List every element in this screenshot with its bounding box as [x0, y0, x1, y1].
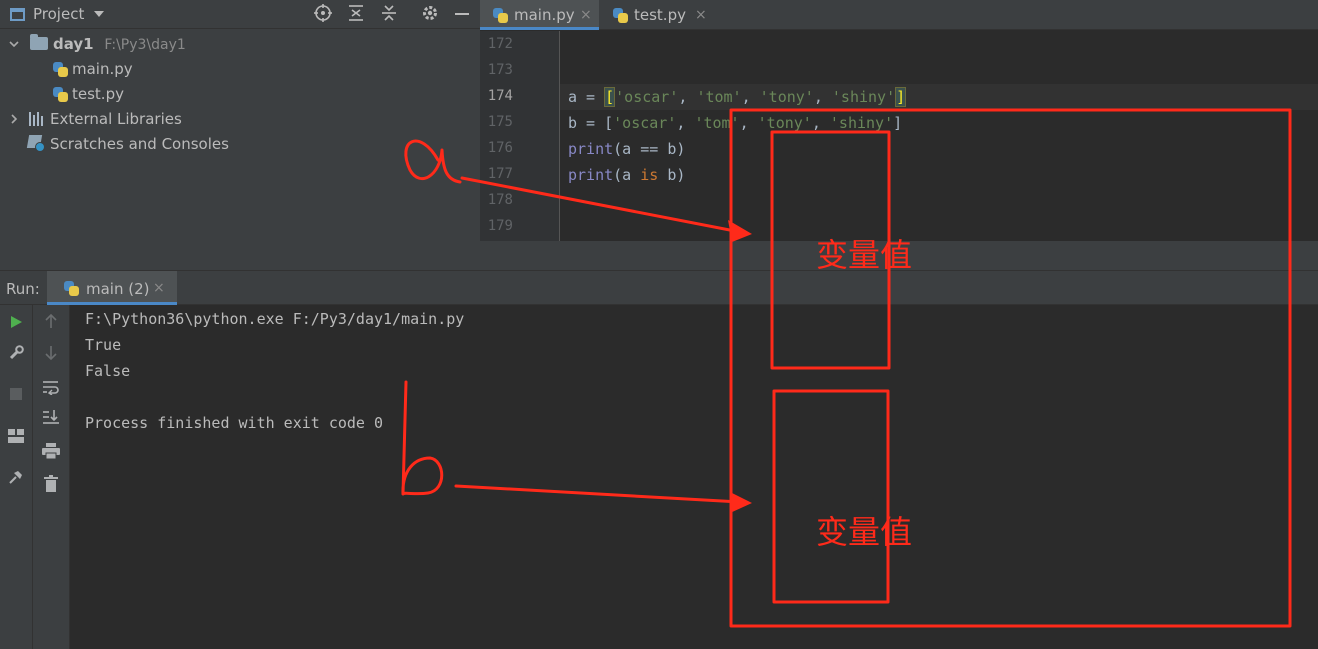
soft-wrap-icon[interactable]: [40, 379, 62, 401]
line-number: 178: [487, 192, 513, 208]
bracket-match: ]: [895, 87, 907, 107]
close-icon[interactable]: ×: [695, 0, 707, 30]
code-token: b = [: [568, 114, 614, 132]
string-literal: 'shiny': [831, 88, 896, 106]
line-number-gutter: 172 173 174 175 176 177 178 179: [480, 31, 560, 241]
line-number: 172: [487, 36, 513, 52]
down-arrow-icon[interactable]: [40, 345, 62, 367]
code-token: ]: [893, 114, 903, 132]
tree-item-label: test.py: [72, 85, 124, 103]
tree-item-label: main.py: [72, 60, 133, 78]
code-token: (a == b): [613, 140, 686, 158]
code-token: ,: [741, 88, 760, 106]
layout-icon[interactable]: [5, 427, 27, 449]
project-view-selector[interactable]: Project: [33, 5, 84, 23]
code-line-177[interactable]: print(a is b): [568, 166, 685, 184]
chevron-right-icon[interactable]: [7, 112, 21, 126]
tree-item-main-py[interactable]: main.py: [52, 57, 133, 81]
bracket-match: [: [604, 87, 616, 107]
run-label: Run:: [6, 280, 40, 298]
string-literal: 'tom': [694, 114, 740, 132]
code-token: (a: [613, 166, 641, 184]
wrench-icon[interactable]: [5, 345, 27, 367]
run-tab-main[interactable]: main (2) ×: [47, 271, 177, 305]
line-number: 176: [487, 140, 513, 156]
trash-icon[interactable]: [40, 475, 62, 497]
code-token: ,: [739, 114, 758, 132]
project-panel: Project day1 F:\Py3\day1 main.py test.py: [0, 0, 480, 270]
scroll-to-end-icon[interactable]: [40, 409, 62, 431]
chevron-down-icon[interactable]: [7, 37, 21, 51]
console-line: Process finished with exit code 0: [85, 414, 384, 432]
pin-icon[interactable]: [5, 469, 27, 491]
tree-item-scratches[interactable]: Scratches and Consoles: [26, 132, 229, 156]
string-literal: 'tony': [759, 88, 814, 106]
builtin-function: print: [568, 140, 614, 158]
string-literal: 'tom': [696, 88, 742, 106]
tree-item-test-py[interactable]: test.py: [52, 82, 124, 106]
console-line: F:\Python36\python.exe F:/Py3/day1/main.…: [85, 310, 465, 328]
code-token: ,: [676, 114, 695, 132]
print-icon[interactable]: [40, 443, 62, 465]
project-icon: [10, 8, 25, 21]
tree-item-label: day1: [53, 35, 94, 53]
gear-icon[interactable]: [420, 4, 440, 24]
run-icon[interactable]: [5, 313, 27, 335]
target-icon[interactable]: [313, 4, 333, 24]
keyword: is: [640, 166, 659, 184]
tree-item-path: F:\Py3\day1: [104, 37, 186, 53]
minimize-icon[interactable]: [452, 4, 472, 24]
editor-empty-area: [480, 241, 1318, 270]
line-number: 174: [487, 88, 513, 104]
code-token: a =: [568, 88, 605, 106]
python-file-icon: [63, 280, 79, 296]
console-line: True: [85, 336, 122, 354]
run-toolbar-secondary: [33, 305, 70, 649]
code-line-175[interactable]: b = ['oscar', 'tom', 'tony', 'shiny']: [568, 114, 902, 132]
python-file-icon: [52, 86, 68, 102]
code-token: ,: [811, 114, 830, 132]
code-token: ,: [678, 88, 697, 106]
tab-label: main.py: [514, 6, 575, 24]
collapse-all-icon[interactable]: [379, 4, 399, 24]
string-literal: 'oscar': [615, 88, 679, 106]
console-line: False: [85, 362, 131, 380]
code-token: ,: [813, 88, 832, 106]
scratches-icon: [26, 135, 46, 152]
line-number: 179: [487, 218, 513, 234]
tab-main-py[interactable]: main.py ×: [480, 0, 599, 30]
folder-icon: [30, 34, 48, 50]
string-literal: 'oscar': [613, 114, 677, 132]
run-panel-header: Run: main (2) ×: [0, 270, 1318, 305]
builtin-function: print: [568, 166, 614, 184]
tab-test-py[interactable]: test.py ×: [600, 0, 718, 30]
run-tab-label: main (2): [86, 280, 150, 298]
close-icon[interactable]: ×: [580, 0, 592, 30]
stop-icon[interactable]: [5, 385, 27, 407]
string-literal: 'tony': [757, 114, 812, 132]
line-number: 175: [487, 114, 513, 130]
chevron-down-icon[interactable]: [94, 11, 104, 17]
code-line-174[interactable]: a = ['oscar', 'tom', 'tony', 'shiny']: [568, 87, 907, 107]
string-literal: 'shiny': [829, 114, 894, 132]
python-file-icon: [492, 7, 508, 23]
project-header: Project: [0, 0, 480, 29]
console-output[interactable]: F:\Python36\python.exe F:/Py3/day1/main.…: [70, 305, 1318, 649]
library-icon: [28, 112, 46, 126]
python-file-icon: [52, 61, 68, 77]
line-number: 177: [487, 166, 513, 182]
code-line-176[interactable]: print(a == b): [568, 140, 685, 158]
tree-item-label: External Libraries: [50, 110, 182, 128]
editor: main.py × test.py × 172 173 174 175 176 …: [480, 0, 1318, 270]
editor-tab-bar: main.py × test.py ×: [480, 0, 1318, 30]
expand-all-icon[interactable]: [346, 4, 366, 24]
run-toolbar-primary: [0, 305, 33, 649]
tab-label: test.py: [634, 6, 686, 24]
code-token: b): [658, 166, 686, 184]
line-number: 173: [487, 62, 513, 78]
up-arrow-icon[interactable]: [40, 313, 62, 335]
close-icon[interactable]: ×: [153, 280, 165, 296]
tree-item-label: Scratches and Consoles: [50, 135, 229, 153]
python-file-icon: [612, 7, 628, 23]
